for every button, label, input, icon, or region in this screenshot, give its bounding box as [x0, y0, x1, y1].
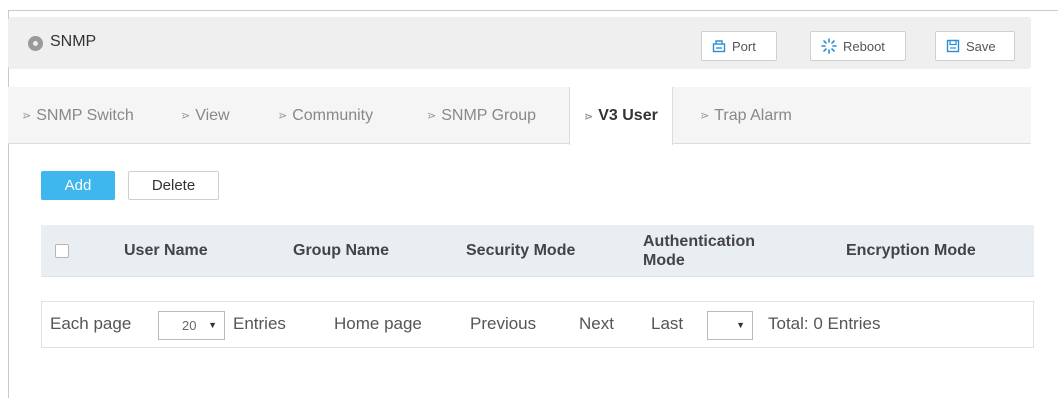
tab-snmp-group[interactable]: ⋗ SNMP Group [427, 87, 536, 144]
port-button[interactable]: Port [701, 31, 777, 61]
tab-label: Community [292, 106, 374, 124]
column-header-encryption-mode[interactable]: Encryption Mode [846, 225, 976, 277]
page-number-select[interactable]: ▼ [707, 311, 753, 340]
add-button[interactable]: Add [41, 171, 115, 200]
next-page-link[interactable]: Next [579, 314, 614, 334]
column-header-user-name[interactable]: User Name [124, 225, 208, 277]
table-header: User Name Group Name Security Mode Authe… [41, 225, 1034, 277]
reboot-button[interactable]: Reboot [810, 31, 906, 61]
caret-down-icon: ▼ [736, 320, 745, 330]
chevron-right-icon: ⋗ [278, 110, 288, 122]
reboot-icon [821, 38, 837, 54]
title-bar: SNMP Port Reboot Save [8, 17, 1031, 69]
chevron-right-icon: ⋗ [22, 110, 32, 122]
tab-strip: ⋗ SNMP Switch ⋗ View ⋗ Community ⋗ SNMP … [8, 87, 1031, 145]
snmp-location-icon [28, 36, 43, 51]
save-button-label: Save [966, 38, 996, 54]
page-size-value: 20 [182, 318, 197, 333]
chevron-right-icon: ⋗ [700, 110, 710, 122]
save-button[interactable]: Save [935, 31, 1015, 61]
save-icon [946, 39, 960, 53]
select-all-checkbox[interactable] [55, 244, 69, 258]
tab-label: Trap Alarm [714, 106, 792, 124]
tab-label: SNMP Group [441, 106, 537, 124]
tab-label: SNMP Switch [36, 106, 134, 124]
last-page-link[interactable]: Last [651, 314, 683, 334]
tab-snmp-switch[interactable]: ⋗ SNMP Switch [22, 87, 134, 144]
home-page-link[interactable]: Home page [334, 314, 422, 334]
page-size-select[interactable]: 20 ▼ [158, 311, 225, 340]
tab-trap-alarm[interactable]: ⋗ Trap Alarm [700, 87, 792, 144]
caret-down-icon: ▼ [208, 320, 217, 330]
tab-label: V3 User [598, 107, 658, 124]
previous-page-link[interactable]: Previous [470, 314, 536, 334]
tab-community[interactable]: ⋗ Community [278, 87, 373, 144]
each-page-label: Each page [50, 314, 132, 333]
column-header-authentication-mode[interactable]: Authentication Mode [643, 225, 793, 277]
tab-v3-user[interactable]: ⋗ V3 User [569, 87, 673, 145]
page-title: SNMP [50, 33, 97, 50]
tab-label: View [195, 106, 230, 124]
delete-button[interactable]: Delete [128, 171, 219, 200]
chevron-right-icon: ⋗ [584, 110, 594, 123]
tab-view[interactable]: ⋗ View [181, 87, 230, 144]
port-button-label: Port [732, 38, 756, 54]
total-entries: Total: 0 Entries [768, 314, 881, 333]
column-header-group-name[interactable]: Group Name [293, 225, 389, 277]
entries-label: Entries [233, 314, 286, 333]
pagination-bar: Each page 20 ▼ Entries Home page Previou… [41, 301, 1034, 348]
reboot-button-label: Reboot [843, 38, 885, 54]
chevron-right-icon: ⋗ [427, 110, 437, 122]
column-header-security-mode[interactable]: Security Mode [466, 225, 575, 277]
port-icon [712, 39, 726, 53]
chevron-right-icon: ⋗ [181, 110, 191, 122]
